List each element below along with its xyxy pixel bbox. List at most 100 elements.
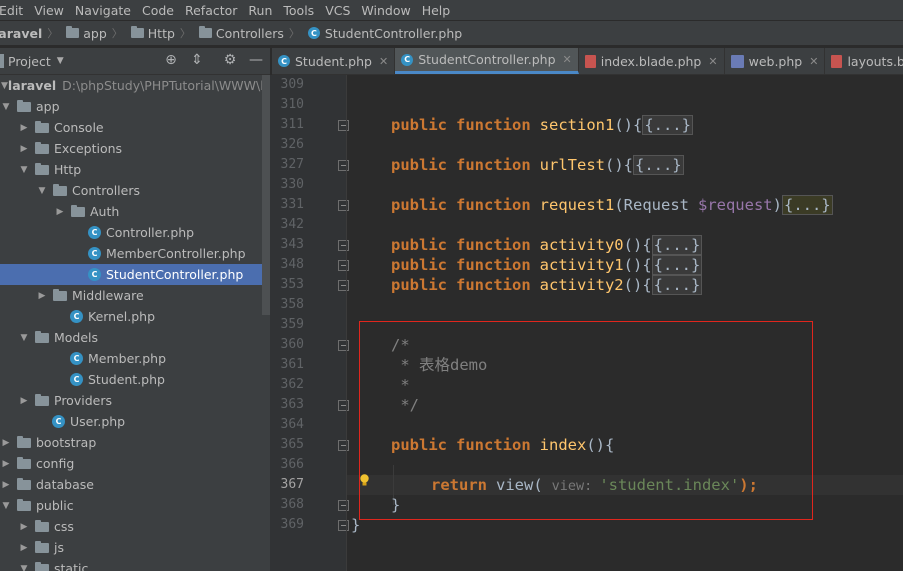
- tab-layouts-blade-php[interactable]: layouts.blade.php: [825, 48, 903, 74]
- menu-refactor[interactable]: Refactor: [179, 3, 242, 18]
- tree-item[interactable]: C Controller.php: [0, 222, 262, 243]
- breadcrumb-item-http[interactable]: Http 〉: [125, 25, 191, 41]
- close-icon[interactable]: ✕: [379, 55, 388, 68]
- fold-marker-icon[interactable]: [338, 120, 349, 131]
- tree-item[interactable]: C Member.php: [0, 348, 262, 369]
- close-icon[interactable]: ✕: [809, 55, 818, 68]
- tree-scrollbar[interactable]: [262, 75, 270, 315]
- fold-marker-icon[interactable]: [338, 280, 349, 291]
- tree-item[interactable]: ▶ Providers: [0, 390, 262, 411]
- target-icon[interactable]: ⊕: [163, 52, 179, 68]
- folded-code[interactable]: {...}: [632, 155, 684, 175]
- tree-item[interactable]: C User.php: [0, 411, 262, 432]
- line-number: 368: [280, 497, 304, 512]
- project-tree: ▼ laravel D:\phpStudy\PHPTutorial\WWW\lar ▼…: [0, 75, 270, 571]
- tab-index-blade-php[interactable]: index.blade.php ✕: [579, 48, 725, 74]
- tree-item[interactable]: ▶ bootstrap: [0, 432, 262, 453]
- breadcrumb-item-app[interactable]: app 〉: [60, 25, 123, 41]
- folded-code[interactable]: {...}: [651, 275, 703, 295]
- tree-item[interactable]: ▼ public: [0, 495, 262, 516]
- folded-code[interactable]: {...}: [651, 235, 703, 255]
- collapse-arrow-icon[interactable]: ▶: [1, 480, 11, 490]
- line-number: 326: [280, 137, 304, 152]
- breadcrumb-item-file[interactable]: C StudentController.php: [302, 26, 462, 41]
- collapse-all-icon[interactable]: ⇕: [189, 52, 205, 68]
- breadcrumb-item-laravel[interactable]: laravel〉: [0, 25, 58, 41]
- tree-item[interactable]: C Kernel.php: [0, 306, 262, 327]
- tab-student-php[interactable]: C Student.php ✕: [272, 48, 396, 74]
- lightbulb-icon[interactable]: [359, 474, 370, 487]
- project-panel-title[interactable]: Project: [8, 54, 51, 69]
- folded-code[interactable]: {...}: [642, 115, 693, 135]
- tree-item[interactable]: ▶ Exceptions: [0, 138, 262, 159]
- menu-run[interactable]: Run: [242, 3, 277, 18]
- tree-item[interactable]: ▼ static: [0, 558, 262, 571]
- expand-arrow-icon[interactable]: ▼: [19, 165, 29, 175]
- collapse-arrow-icon[interactable]: ▶: [1, 459, 11, 469]
- tree-item[interactable]: C Student.php: [0, 369, 262, 390]
- menu-code[interactable]: Code: [136, 3, 179, 18]
- expand-arrow-icon[interactable]: ▼: [19, 564, 29, 571]
- fold-marker-icon[interactable]: [338, 260, 349, 271]
- collapse-arrow-icon[interactable]: ▶: [55, 207, 65, 217]
- collapse-arrow-icon[interactable]: ▶: [19, 396, 29, 406]
- collapse-arrow-icon[interactable]: ▶: [19, 123, 29, 133]
- tree-item[interactable]: ▶ config: [0, 453, 262, 474]
- expand-arrow-icon[interactable]: ▼: [1, 501, 11, 511]
- expand-arrow-icon[interactable]: ▼: [19, 333, 29, 343]
- fold-marker-icon[interactable]: [338, 160, 349, 171]
- tree-item-label: Kernel.php: [88, 309, 156, 324]
- tree-item[interactable]: ▶ css: [0, 516, 262, 537]
- menu-tools[interactable]: Tools: [277, 3, 319, 18]
- tree-item-label: MemberController.php: [106, 246, 246, 261]
- tree-item[interactable]: ▼ Http: [0, 159, 262, 180]
- menu-vcs[interactable]: VCS: [319, 3, 355, 18]
- indent-guide: [346, 75, 347, 571]
- fold-marker-icon[interactable]: [338, 200, 349, 211]
- line-number: 369: [280, 517, 304, 532]
- tab-studentcontroller-php[interactable]: C StudentController.php ✕: [395, 48, 579, 74]
- tree-item[interactable]: ▶ Console: [0, 117, 262, 138]
- menu-view[interactable]: View: [28, 3, 69, 18]
- fold-marker-icon[interactable]: [338, 340, 349, 351]
- tree-item[interactable]: C StudentController.php: [0, 264, 262, 285]
- collapse-arrow-icon[interactable]: ▶: [19, 543, 29, 553]
- menu-help[interactable]: Help: [416, 3, 456, 18]
- folded-code[interactable]: {...}: [651, 255, 703, 275]
- folded-code[interactable]: {...}: [781, 195, 833, 215]
- fold-marker-icon[interactable]: [338, 520, 349, 531]
- tree-item-label: User.php: [70, 414, 126, 429]
- tree-item[interactable]: ▼ app: [0, 96, 262, 117]
- expand-arrow-icon[interactable]: ▼: [1, 102, 11, 112]
- breadcrumb-item-controllers[interactable]: Controllers 〉: [193, 25, 300, 41]
- hide-icon[interactable]: —: [248, 52, 264, 68]
- gear-icon[interactable]: ⚙: [222, 52, 238, 68]
- menu-edit[interactable]: Edit: [0, 3, 28, 18]
- fold-marker-icon[interactable]: [338, 500, 349, 511]
- tree-item[interactable]: ▶ database: [0, 474, 262, 495]
- tree-item[interactable]: ▶ js: [0, 537, 262, 558]
- tree-item[interactable]: C MemberController.php: [0, 243, 262, 264]
- fold-marker-icon[interactable]: [338, 400, 349, 411]
- menu-navigate[interactable]: Navigate: [69, 3, 136, 18]
- fold-marker-icon[interactable]: [338, 240, 349, 251]
- collapse-arrow-icon[interactable]: ▶: [37, 291, 47, 301]
- tree-item[interactable]: ▶ Auth: [0, 201, 262, 222]
- expand-arrow-icon[interactable]: ▼: [37, 186, 47, 196]
- tab-web-php[interactable]: web.php ✕: [725, 48, 826, 74]
- collapse-arrow-icon[interactable]: ▶: [19, 522, 29, 532]
- menu-window[interactable]: Window: [355, 3, 415, 18]
- close-icon[interactable]: ✕: [708, 55, 717, 68]
- tree-item[interactable]: ▼ Models: [0, 327, 262, 348]
- collapse-arrow-icon[interactable]: ▶: [19, 144, 29, 154]
- collapse-arrow-icon[interactable]: ▶: [1, 438, 11, 448]
- project-panel-header: Project ▼ ⊕ ⇕ ⚙ —: [0, 48, 270, 75]
- fold-marker-icon[interactable]: [338, 440, 349, 451]
- tree-item[interactable]: ▼ laravel D:\phpStudy\PHPTutorial\WWW\lar: [0, 75, 270, 96]
- close-icon[interactable]: ✕: [563, 53, 572, 66]
- tree-item[interactable]: ▶ Middleware: [0, 285, 262, 306]
- tree-item[interactable]: ▼ Controllers: [0, 180, 262, 201]
- dropdown-arrow-icon[interactable]: ▼: [57, 56, 64, 66]
- expand-arrow-icon[interactable]: ▼: [1, 81, 8, 91]
- tree-item-label: Member.php: [88, 351, 167, 366]
